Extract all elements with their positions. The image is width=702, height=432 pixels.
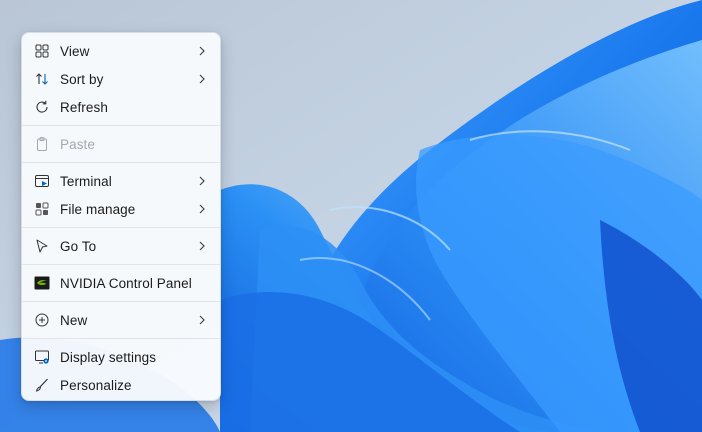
menu-separator bbox=[22, 227, 220, 228]
menu-item-paste: Paste bbox=[26, 130, 216, 158]
menu-item-display-settings[interactable]: Display settings bbox=[26, 343, 216, 371]
menu-separator bbox=[22, 162, 220, 163]
menu-item-label: NVIDIA Control Panel bbox=[60, 275, 192, 291]
chevron-right-icon bbox=[196, 240, 208, 252]
menu-item-nvidia-control-panel[interactable]: NVIDIA Control Panel bbox=[26, 269, 216, 297]
menu-item-label: Sort by bbox=[60, 71, 104, 87]
menu-item-file-manage[interactable]: File manage bbox=[26, 195, 216, 223]
menu-item-refresh[interactable]: Refresh bbox=[26, 93, 216, 121]
menu-separator bbox=[22, 264, 220, 265]
chevron-right-icon bbox=[196, 175, 208, 187]
menu-item-label: New bbox=[60, 312, 88, 328]
menu-item-sort-by[interactable]: Sort by bbox=[26, 65, 216, 93]
menu-item-label: Refresh bbox=[60, 99, 108, 115]
menu-item-view[interactable]: View bbox=[26, 37, 216, 65]
grid-icon bbox=[34, 43, 50, 59]
menu-item-label: Personalize bbox=[60, 377, 132, 393]
nvidia-logo-icon bbox=[34, 275, 50, 291]
refresh-icon bbox=[34, 99, 50, 115]
sort-arrows-icon bbox=[34, 71, 50, 87]
plus-circle-icon bbox=[34, 312, 50, 328]
apps-grid-icon bbox=[34, 201, 50, 217]
menu-separator bbox=[22, 338, 220, 339]
brush-icon bbox=[34, 377, 50, 393]
menu-item-label: View bbox=[60, 43, 90, 59]
cursor-pointer-icon bbox=[34, 238, 50, 254]
menu-item-label: Terminal bbox=[60, 173, 112, 189]
clipboard-icon bbox=[34, 136, 50, 152]
chevron-right-icon bbox=[196, 203, 208, 215]
menu-item-label: File manage bbox=[60, 201, 136, 217]
desktop[interactable]: View Sort by Refresh Paste Terminal File… bbox=[0, 0, 702, 432]
menu-item-personalize[interactable]: Personalize bbox=[26, 371, 216, 399]
menu-item-label: Display settings bbox=[60, 349, 157, 365]
menu-item-terminal[interactable]: Terminal bbox=[26, 167, 216, 195]
menu-item-new[interactable]: New bbox=[26, 306, 216, 334]
terminal-icon bbox=[34, 173, 50, 189]
desktop-context-menu: View Sort by Refresh Paste Terminal File… bbox=[21, 32, 221, 401]
menu-item-label: Go To bbox=[60, 238, 97, 254]
menu-item-label: Paste bbox=[60, 136, 96, 152]
chevron-right-icon bbox=[196, 314, 208, 326]
chevron-right-icon bbox=[196, 45, 208, 57]
menu-separator bbox=[22, 301, 220, 302]
menu-separator bbox=[22, 125, 220, 126]
chevron-right-icon bbox=[196, 73, 208, 85]
display-settings-icon bbox=[34, 349, 50, 365]
menu-item-go-to[interactable]: Go To bbox=[26, 232, 216, 260]
